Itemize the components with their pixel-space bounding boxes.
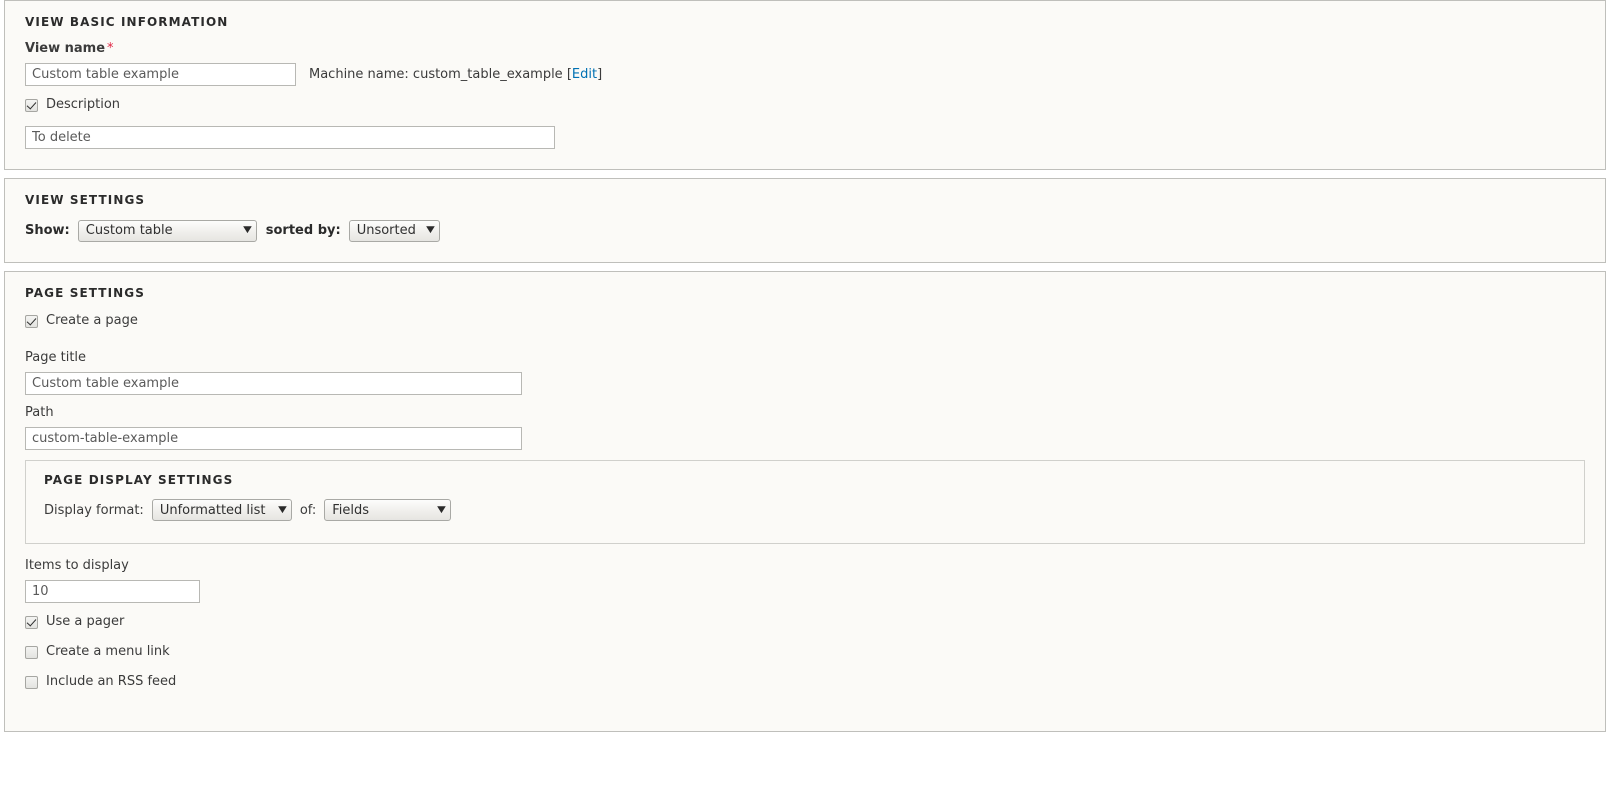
page-title-label: Page title (25, 350, 87, 366)
page-settings-legend: Page settings (25, 285, 145, 300)
create-menu-link-row[interactable]: Create a menu link (25, 643, 1585, 661)
view-settings-legend: View settings (25, 193, 146, 208)
path-input[interactable] (25, 426, 522, 450)
chevron-down-icon: ▼ (278, 504, 287, 515)
view-name-input[interactable] (25, 63, 296, 87)
include-rss-feed-label: Include an RSS feed (46, 674, 177, 690)
description-checkbox[interactable] (25, 98, 38, 112)
path-label: Path (25, 404, 54, 420)
show-label: Show: (25, 223, 70, 239)
use-pager-row[interactable]: Use a pager (25, 613, 1585, 631)
view-settings-panel: View settings Show: Custom table ▼ sorte… (4, 178, 1606, 263)
chevron-down-icon: ▼ (242, 225, 252, 236)
items-to-display-input[interactable] (25, 580, 200, 604)
include-rss-feed-row[interactable]: Include an RSS feed (25, 673, 1585, 691)
of-label: of: (299, 502, 317, 518)
create-page-checkbox[interactable] (25, 314, 38, 328)
display-format-label: Display format: (44, 502, 144, 518)
use-pager-label: Use a pager (46, 614, 125, 630)
view-settings-row: Show: Custom table ▼ sorted by: Unsorted… (25, 219, 1585, 242)
of-select-value: Fields (332, 502, 370, 518)
display-format-row: Display format: Unformatted list ▼ of: F… (44, 499, 1566, 522)
sorted-by-select[interactable]: Unsorted ▼ (348, 219, 440, 242)
create-menu-link-label: Create a menu link (46, 644, 170, 660)
use-pager-checkbox[interactable] (25, 615, 38, 629)
machine-name-text: Machine name: custom_table_example [Edit… (309, 67, 602, 82)
display-format-select-value: Unformatted list (159, 502, 266, 518)
page-display-settings-legend: Page display settings (44, 472, 234, 487)
include-rss-feed-checkbox[interactable] (25, 675, 38, 689)
machine-name-suffix: ] (597, 67, 603, 83)
machine-name-edit-link[interactable]: Edit (572, 67, 597, 82)
description-toggle-row[interactable]: Description (25, 96, 1585, 114)
add-view-form: View basic information View name* Machin… (0, 0, 1610, 733)
description-checkbox-label: Description (46, 97, 121, 113)
display-format-select[interactable]: Unformatted list ▼ (151, 499, 292, 522)
page-title-input[interactable] (25, 371, 522, 395)
machine-name-prefix: Machine name: custom_table_example [ (309, 67, 572, 83)
create-menu-link-checkbox[interactable] (25, 645, 38, 659)
chevron-down-icon: ▼ (437, 504, 447, 515)
of-select[interactable]: Fields ▼ (324, 499, 452, 522)
sorted-by-select-value: Unsorted (356, 223, 416, 239)
sorted-by-label: sorted by: (265, 223, 341, 239)
create-page-label: Create a page (46, 313, 138, 329)
view-name-label-text: View name (25, 41, 106, 57)
chevron-down-icon: ▼ (425, 225, 435, 236)
view-basic-information-panel: View basic information View name* Machin… (4, 0, 1606, 171)
description-input[interactable] (25, 126, 555, 150)
page-display-settings-panel: Page display settings Display format: Un… (25, 459, 1585, 545)
view-name-label: View name * (25, 41, 1585, 58)
show-select-value: Custom table (85, 223, 173, 239)
show-select[interactable]: Custom table ▼ (77, 219, 257, 242)
create-page-row[interactable]: Create a page (25, 312, 1585, 330)
items-to-display-label: Items to display (25, 558, 129, 574)
page-settings-panel: Page settings Create a page Page title P… (4, 270, 1606, 733)
required-asterisk: * (107, 41, 114, 57)
view-name-row: Machine name: custom_table_example [Edit… (25, 63, 1585, 87)
view-basic-information-legend: View basic information (25, 15, 229, 29)
